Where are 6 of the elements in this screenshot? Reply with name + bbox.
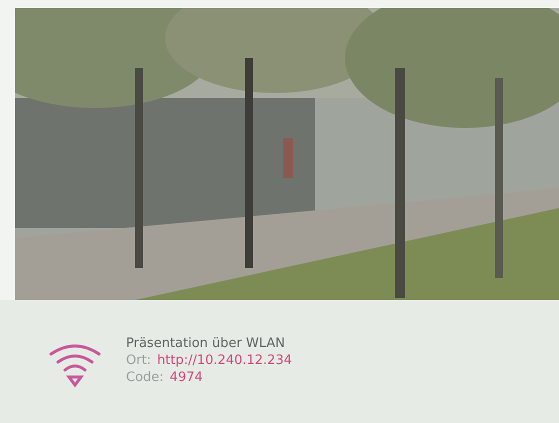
info-title: Präsentation über WLAN (126, 336, 286, 351)
info-label: Ort: (126, 353, 152, 368)
info-label: Code: (126, 370, 164, 385)
info-value: 4974 (170, 370, 203, 385)
wifi-icon (48, 342, 102, 388)
info-value: http://10.240.12.234 (157, 353, 292, 368)
